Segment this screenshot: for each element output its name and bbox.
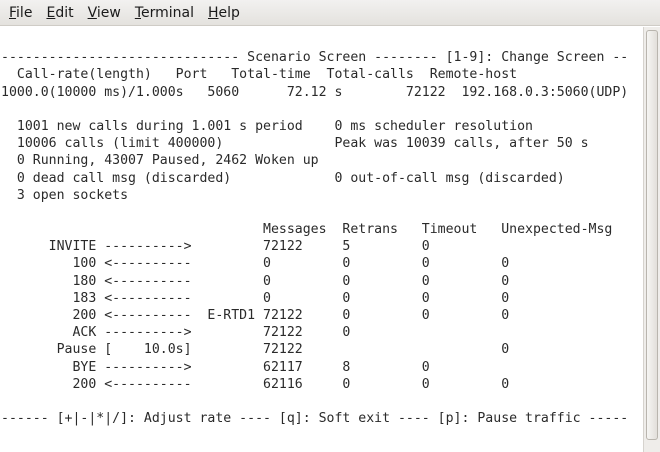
vertical-scrollbar[interactable] (643, 27, 660, 452)
terminal-line: INVITE ----------> 72122 5 0 (1, 239, 430, 255)
menu-file-label: ile (16, 4, 33, 21)
menu-help-label: elp (218, 4, 240, 21)
terminal-line: Call-rate(length) Port Total-time Total-… (1, 67, 518, 83)
terminal-text: ------------------------------ Scenario … (1, 32, 628, 427)
terminal-line: 183 <---------- 0 0 0 0 (1, 290, 510, 306)
terminal-line: ACK ----------> 72122 0 (1, 325, 351, 341)
menu-help-mnemonic: H (208, 4, 219, 21)
terminal-line: BYE ----------> 62117 8 0 (1, 359, 430, 375)
terminal-line: 1001 new calls during 1.001 s period 0 m… (1, 118, 533, 134)
menu-view[interactable]: View (81, 0, 128, 26)
terminal-window: File Edit View Terminal Help -----------… (0, 0, 660, 452)
menu-view-label: iew (96, 4, 121, 21)
terminal-line: ------------------------------ Scenario … (1, 50, 629, 66)
menu-terminal[interactable]: Terminal (128, 0, 201, 26)
terminal-line: 0 dead call msg (discarded) 0 out-of-cal… (1, 170, 565, 186)
menu-bar: File Edit View Terminal Help (0, 0, 660, 26)
menu-edit[interactable]: Edit (39, 0, 80, 26)
terminal-line: Pause [ 10.0s] 72122 0 (1, 342, 510, 358)
terminal-line: 3 open sockets (1, 187, 129, 203)
terminal-line: 10006 calls (limit 400000) Peak was 1003… (1, 136, 589, 152)
menu-file-mnemonic: F (9, 4, 17, 21)
terminal-line: 1000.0(10000 ms)/1.000s 5060 72.12 s 721… (1, 84, 629, 100)
menu-help[interactable]: Help (201, 0, 247, 26)
scrollbar-thumb[interactable] (646, 30, 658, 440)
terminal-line: Messages Retrans Timeout Unexpected-Msg (1, 222, 613, 238)
terminal-output[interactable]: ------------------------------ Scenario … (0, 27, 643, 452)
terminal-line: 100 <---------- 0 0 0 0 (1, 256, 510, 272)
menu-edit-mnemonic: E (46, 4, 56, 21)
terminal-line: 200 <---------- 62116 0 0 0 (1, 376, 510, 392)
menu-file[interactable]: File (2, 0, 39, 26)
terminal-line: ------ [+|-|*|/]: Adjust rate ---- [q]: … (1, 411, 629, 427)
terminal-line: 0 Running, 43007 Paused, 2462 Woken up (1, 153, 319, 169)
menu-view-mnemonic: V (87, 4, 97, 21)
menu-terminal-label: erminal (141, 4, 194, 21)
terminal-line: 200 <---------- E-RTD1 72122 0 0 0 (1, 308, 510, 323)
menu-edit-label: dit (55, 4, 74, 21)
terminal-line: 180 <---------- 0 0 0 0 (1, 273, 510, 289)
